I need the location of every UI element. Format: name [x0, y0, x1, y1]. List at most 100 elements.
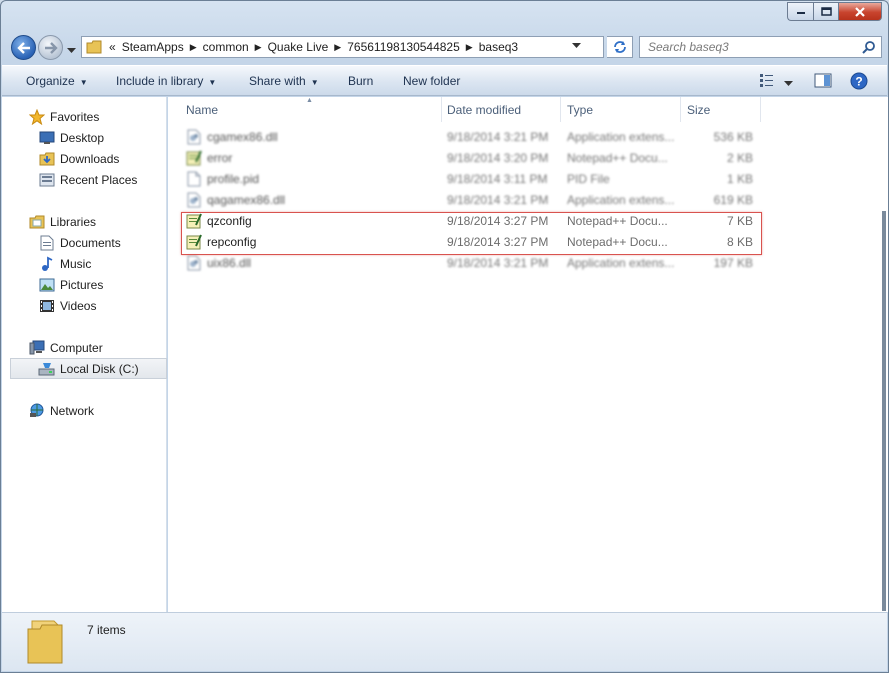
- file-date-modified: 9/18/2014 3:11 PM: [447, 172, 548, 186]
- address-row: « SteamApps ▶ common ▶ Quake Live ▶ 7656…: [9, 34, 882, 60]
- refresh-button[interactable]: [607, 36, 633, 58]
- file-row[interactable]: error 9/18/2014 3:20 PM Notepad++ Docu... 2…: [182, 148, 762, 169]
- file-type: Application extens...: [567, 256, 675, 270]
- breadcrumb-separator[interactable]: ▶: [463, 42, 476, 53]
- svg-text:?: ?: [855, 75, 862, 89]
- share-with-label: Share with: [249, 74, 306, 88]
- file-type: Notepad++ Docu...: [567, 151, 668, 165]
- nav-label: Computer: [50, 340, 103, 355]
- explorer-window: « SteamApps ▶ common ▶ Quake Live ▶ 7656…: [0, 0, 889, 673]
- column-header-type[interactable]: Type: [561, 97, 681, 122]
- file-row[interactable]: qagamex86.dll 9/18/2014 3:21 PM Applicatio…: [182, 190, 762, 211]
- chevron-down-icon: ▼: [79, 78, 88, 87]
- address-bar[interactable]: « SteamApps ▶ common ▶ Quake Live ▶ 7656…: [81, 36, 604, 58]
- burn-label: Burn: [348, 74, 374, 88]
- include-in-library-menu[interactable]: Include in library ▼: [116, 74, 216, 88]
- address-dropdown-icon[interactable]: [572, 43, 581, 49]
- view-options-dropdown[interactable]: [784, 76, 793, 90]
- file-name: cgamex86.dll: [207, 130, 278, 144]
- breadcrumb-separator[interactable]: ▶: [331, 42, 344, 53]
- recent-pages-dropdown[interactable]: [67, 43, 76, 57]
- file-date-modified: 9/18/2014 3:21 PM: [447, 130, 549, 144]
- libraries-icon: [28, 214, 45, 230]
- highlight-annotation: [181, 212, 762, 255]
- column-label: Type: [567, 102, 594, 117]
- minimize-icon: [796, 11, 805, 14]
- file-icon: [186, 171, 202, 187]
- videos-icon: [38, 298, 55, 314]
- file-row[interactable]: uix86.dll 9/18/2014 3:21 PM Application ex…: [182, 253, 762, 274]
- column-header-date-modified[interactable]: Date modified: [441, 97, 561, 122]
- minimize-button[interactable]: [787, 2, 813, 21]
- nav-label: Pictures: [60, 277, 104, 292]
- refresh-icon: [613, 41, 626, 53]
- back-button[interactable]: [11, 35, 36, 60]
- navigation-pane: Favorites Desktop Downloads Recent Place…: [2, 97, 167, 612]
- nav-label: Desktop: [60, 130, 105, 145]
- search-input[interactable]: Search baseq3: [639, 36, 882, 58]
- window-controls: [787, 2, 882, 21]
- breadcrumb-separator[interactable]: ▶: [187, 42, 200, 53]
- nav-label: Favorites: [50, 109, 100, 124]
- file-name: error: [207, 151, 233, 165]
- new-folder-button[interactable]: New folder: [403, 74, 460, 88]
- item-count: 7 items: [87, 623, 126, 637]
- breadcrumb-separator[interactable]: ▶: [252, 42, 265, 53]
- chevron-down-icon: ▼: [310, 78, 319, 87]
- details-pane: 7 items: [2, 612, 887, 671]
- column-header-size[interactable]: Size: [681, 97, 761, 122]
- notepad-icon: [186, 150, 202, 166]
- file-type: PID File: [567, 172, 610, 186]
- nav-label: Downloads: [60, 151, 120, 166]
- chevron-down-icon: ▼: [208, 78, 217, 87]
- maximize-button[interactable]: [813, 2, 838, 21]
- share-with-menu[interactable]: Share with ▼: [249, 74, 319, 88]
- file-name: uix86.dll: [207, 256, 252, 270]
- nav-label: Local Disk (C:): [60, 361, 139, 376]
- preview-pane-button[interactable]: [814, 73, 832, 91]
- column-label: Name: [186, 102, 219, 117]
- file-date-modified: 9/18/2014 3:21 PM: [447, 193, 549, 207]
- dll-icon: [186, 192, 202, 208]
- file-size: 197 KB: [713, 256, 753, 270]
- address-overflow[interactable]: «: [106, 40, 119, 54]
- close-button[interactable]: [838, 2, 882, 21]
- chevron-down-icon: [784, 81, 793, 86]
- star-icon: [28, 108, 45, 125]
- change-view-button[interactable]: [759, 73, 775, 90]
- scrollbar-edge: [882, 211, 886, 611]
- breadcrumb-user-id[interactable]: 76561198130544825: [344, 40, 463, 54]
- desktop-icon: [38, 130, 55, 146]
- downloads-folder-icon: [38, 151, 55, 167]
- preview-pane-icon: [814, 73, 832, 88]
- file-size: 619 KB: [713, 193, 753, 207]
- file-size: 2 KB: [726, 151, 753, 165]
- disk-drive-icon: [38, 361, 55, 377]
- burn-button[interactable]: Burn: [348, 74, 373, 88]
- forward-button[interactable]: [38, 35, 63, 60]
- vertical-scrollbar[interactable]: [882, 97, 888, 612]
- file-type: Application extens...: [567, 130, 675, 144]
- forward-arrow-icon: [44, 41, 58, 54]
- file-row[interactable]: cgamex86.dll 9/18/2014 3:21 PM Application…: [182, 127, 762, 148]
- column-label: Size: [687, 102, 711, 117]
- nav-local-disk-c[interactable]: Local Disk (C:): [10, 358, 167, 379]
- folder-icon: [86, 40, 102, 54]
- help-button[interactable]: ?: [850, 72, 868, 93]
- back-arrow-icon: [16, 41, 30, 54]
- file-row[interactable]: profile.pid 9/18/2014 3:11 PM PID File 1 KB: [182, 169, 762, 190]
- command-toolbar: Organize ▼ Include in library ▼ Share with…: [2, 65, 887, 96]
- breadcrumb-baseq3[interactable]: baseq3: [476, 40, 521, 54]
- breadcrumb-common[interactable]: common: [200, 40, 252, 54]
- organize-menu[interactable]: Organize ▼: [26, 74, 88, 88]
- dll-icon: [186, 129, 202, 145]
- breadcrumb-steamapps[interactable]: SteamApps: [119, 40, 187, 54]
- documents-icon: [38, 235, 55, 251]
- search-icon[interactable]: [862, 40, 876, 54]
- search-placeholder: Search baseq3: [648, 40, 729, 54]
- include-in-library-label: Include in library: [116, 74, 204, 88]
- help-icon: ?: [850, 72, 868, 90]
- breadcrumb-quake-live[interactable]: Quake Live: [265, 40, 332, 54]
- sort-ascending-icon: ▲: [306, 97, 313, 104]
- file-size: 536 KB: [713, 130, 753, 144]
